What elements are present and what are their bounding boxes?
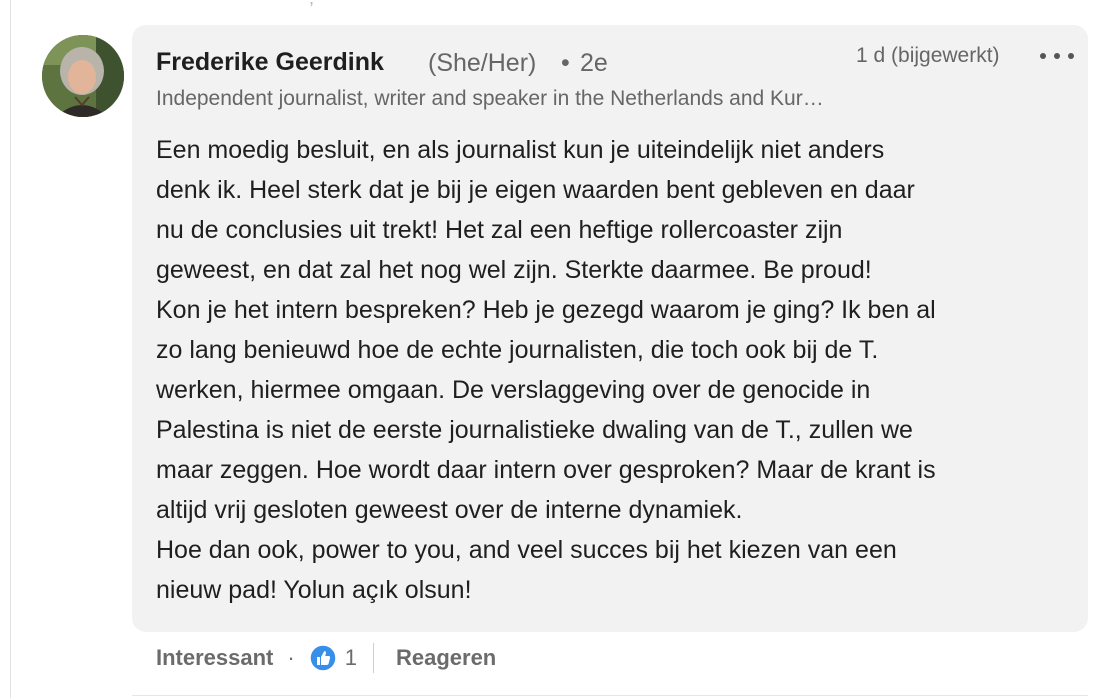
like-thumbs-up-icon[interactable] (308, 644, 337, 672)
comment-page: , Frederike Geerdink (She/Her) • 2e 1 d … (0, 0, 1118, 698)
meta-separator: • (561, 49, 570, 77)
comment-text: Een moedig besluit, en als journalist ku… (156, 130, 1076, 610)
react-button[interactable]: Interessant (156, 645, 273, 671)
avatar-photo-icon (42, 35, 124, 117)
author-avatar[interactable] (42, 35, 124, 117)
connection-degree: 2e (580, 49, 608, 77)
author-headline: Independent journalist, writer and speak… (156, 87, 824, 110)
comment-paragraph: Een moedig besluit, en als journalist ku… (156, 136, 915, 284)
reaction-count[interactable]: 1 (345, 645, 357, 671)
more-options-button[interactable] (1040, 44, 1074, 68)
bottom-divider (132, 695, 1088, 696)
comment-paragraph: Kon je het intern bespreken? Heb je geze… (156, 296, 936, 524)
action-separator: · (287, 645, 295, 670)
comment-paragraph: Hoe dan ook, power to you, and veel succ… (156, 536, 897, 604)
left-divider (10, 0, 11, 698)
comment-timestamp: 1 d (bijgewerkt) (856, 44, 1000, 67)
reply-button[interactable]: Reageren (396, 645, 496, 671)
action-divider (372, 643, 374, 673)
author-name[interactable]: Frederike Geerdink (156, 48, 384, 77)
ellipsis-icon (1054, 53, 1060, 59)
previous-comment-fragment: , (309, 0, 314, 9)
ellipsis-icon (1068, 53, 1074, 59)
author-pronouns: (She/Her) (428, 49, 537, 77)
ellipsis-icon (1040, 53, 1046, 59)
comment-action-bar: Interessant · 1 Reageren (156, 640, 496, 676)
